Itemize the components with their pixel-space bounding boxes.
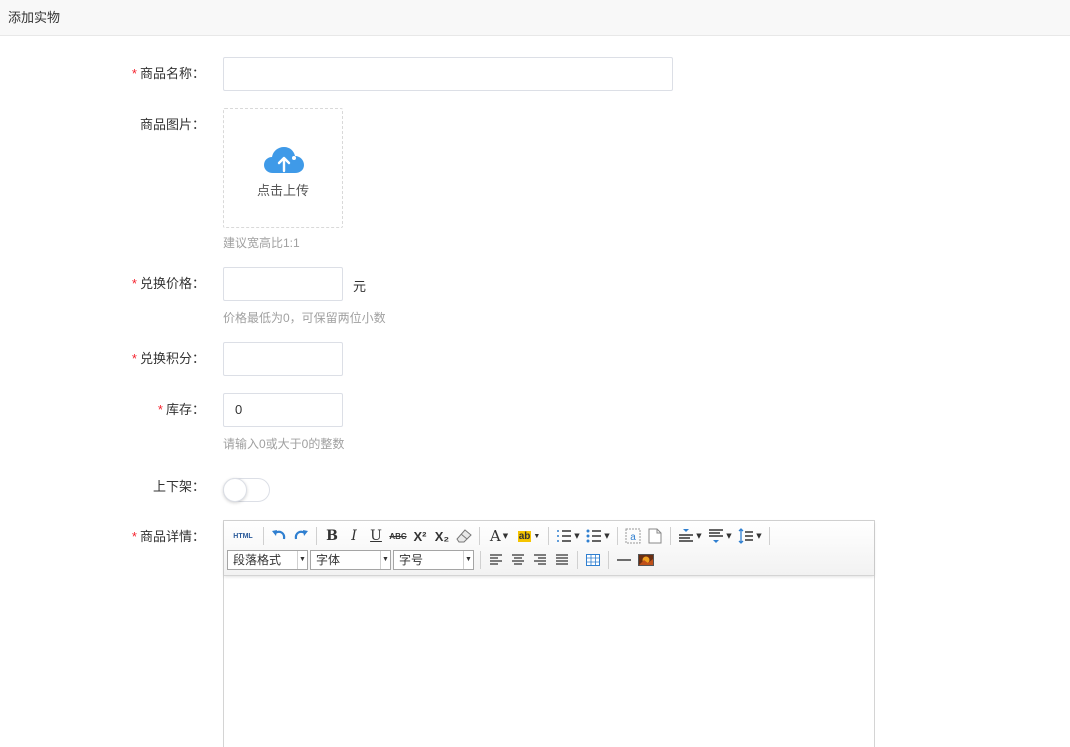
spacing-bottom-icon [709,529,724,543]
insert-image-button[interactable] [635,550,657,570]
image-icon [638,554,654,566]
stock-hint: 请输入0或大于0的整数 [223,437,345,451]
shelf-label: 上下架： [152,479,205,494]
editor-toolbar: HTML B I U ABC X² X₂ A ▼ ab ▼ ▼ ▼ a ▼ ▼ … [224,521,874,576]
toolbar-separator [479,527,480,545]
page-title: 添加实物 [8,10,61,25]
toolbar-separator [263,527,264,545]
ordered-list-button[interactable]: ▼ [553,526,583,546]
font-color-button[interactable]: A ▼ [484,526,514,546]
cloud-upload-icon [264,147,304,173]
chevron-down-icon: ▼ [463,551,473,569]
ordered-list-icon [557,530,572,542]
anchor-button[interactable]: a [622,526,644,546]
points-input[interactable] [223,342,343,376]
image-hint: 建议宽高比1:1 [223,236,300,250]
strikethrough-button[interactable]: ABC [387,526,409,546]
toolbar-row-2: 段落格式 ▼ 字体 ▼ 字号 ▼ [227,549,657,571]
toolbar-separator [548,527,549,545]
italic-button[interactable]: I [343,526,365,546]
detail-label: * 商品详情： [131,529,205,544]
unordered-list-icon [586,529,602,543]
undo-icon [272,530,286,540]
redo-button[interactable] [290,526,312,546]
page-icon [648,528,662,544]
toolbar-row-1: HTML B I U ABC X² X₂ A ▼ ab ▼ ▼ ▼ a ▼ ▼ … [227,525,774,547]
subscript-button[interactable]: X₂ [431,526,453,546]
rich-text-editor: HTML B I U ABC X² X₂ A ▼ ab ▼ ▼ ▼ a ▼ ▼ … [223,520,875,747]
highlight-button[interactable]: ab ▼ [514,526,544,546]
required-mark: * [131,529,137,544]
required-mark: * [131,66,137,81]
price-input[interactable] [223,267,343,301]
unordered-list-button[interactable]: ▼ [583,526,613,546]
points-label: * 兑换积分： [131,351,205,366]
toolbar-separator [480,551,481,569]
toolbar-separator [670,527,671,545]
spacing-top-icon [679,529,694,542]
upload-text: 点击上传 [256,183,309,198]
paragraph-spacing-bottom-button[interactable]: ▼ [705,526,735,546]
font-family-select[interactable]: 字体 ▼ [310,550,391,570]
horizontal-rule-icon [617,559,631,561]
toolbar-separator [316,527,317,545]
eraser-icon [456,529,472,543]
price-unit: 元 [353,279,367,294]
required-mark: * [131,276,137,291]
underline-button[interactable]: U [365,526,387,546]
align-center-button[interactable] [507,550,529,570]
toolbar-separator [608,551,609,569]
align-right-button[interactable] [529,550,551,570]
anchor-icon: a [625,528,641,544]
insert-table-button[interactable] [582,550,604,570]
chevron-down-icon: ▼ [380,551,390,569]
chevron-down-icon: ▼ [297,551,307,569]
redo-icon [294,530,308,540]
name-label: * 商品名称： [131,66,205,81]
toolbar-separator [577,551,578,569]
toolbar-separator [617,527,618,545]
stock-input[interactable]: 0 [223,393,343,427]
toolbar-separator [769,527,770,545]
superscript-button[interactable]: X² [409,526,431,546]
html-source-button[interactable]: HTML [227,526,259,546]
align-right-icon [534,554,546,565]
page-break-button[interactable] [644,526,666,546]
svg-text:a: a [630,532,636,543]
align-center-icon [512,554,524,565]
name-input[interactable] [223,57,673,91]
eraser-button[interactable] [453,526,475,546]
required-mark: * [131,351,137,366]
font-size-select[interactable]: 字号 ▼ [393,550,474,570]
price-hint: 价格最低为0，可保留两位小数 [223,311,386,325]
price-label: * 兑换价格： [131,276,205,291]
horizontal-rule-button[interactable] [613,550,635,570]
align-left-button[interactable] [485,550,507,570]
line-height-icon [738,528,754,544]
table-icon [586,554,600,566]
line-height-button[interactable]: ▼ [735,526,765,546]
paragraph-format-select[interactable]: 段落格式 ▼ [227,550,308,570]
undo-button[interactable] [268,526,290,546]
editor-content-area[interactable] [224,577,874,747]
align-left-icon [490,554,502,565]
align-justify-button[interactable] [551,550,573,570]
align-justify-icon [556,554,568,565]
page-header: 添加实物 [0,0,1070,36]
required-mark: * [157,402,163,417]
bold-button[interactable]: B [321,526,343,546]
image-label: 商品图片： [139,117,205,132]
image-upload-box[interactable]: 点击上传 [223,108,343,228]
stock-label: * 库存： [157,402,205,417]
toggle-knob [223,478,247,502]
shelf-toggle[interactable] [223,478,270,502]
paragraph-spacing-top-button[interactable]: ▼ [675,526,705,546]
